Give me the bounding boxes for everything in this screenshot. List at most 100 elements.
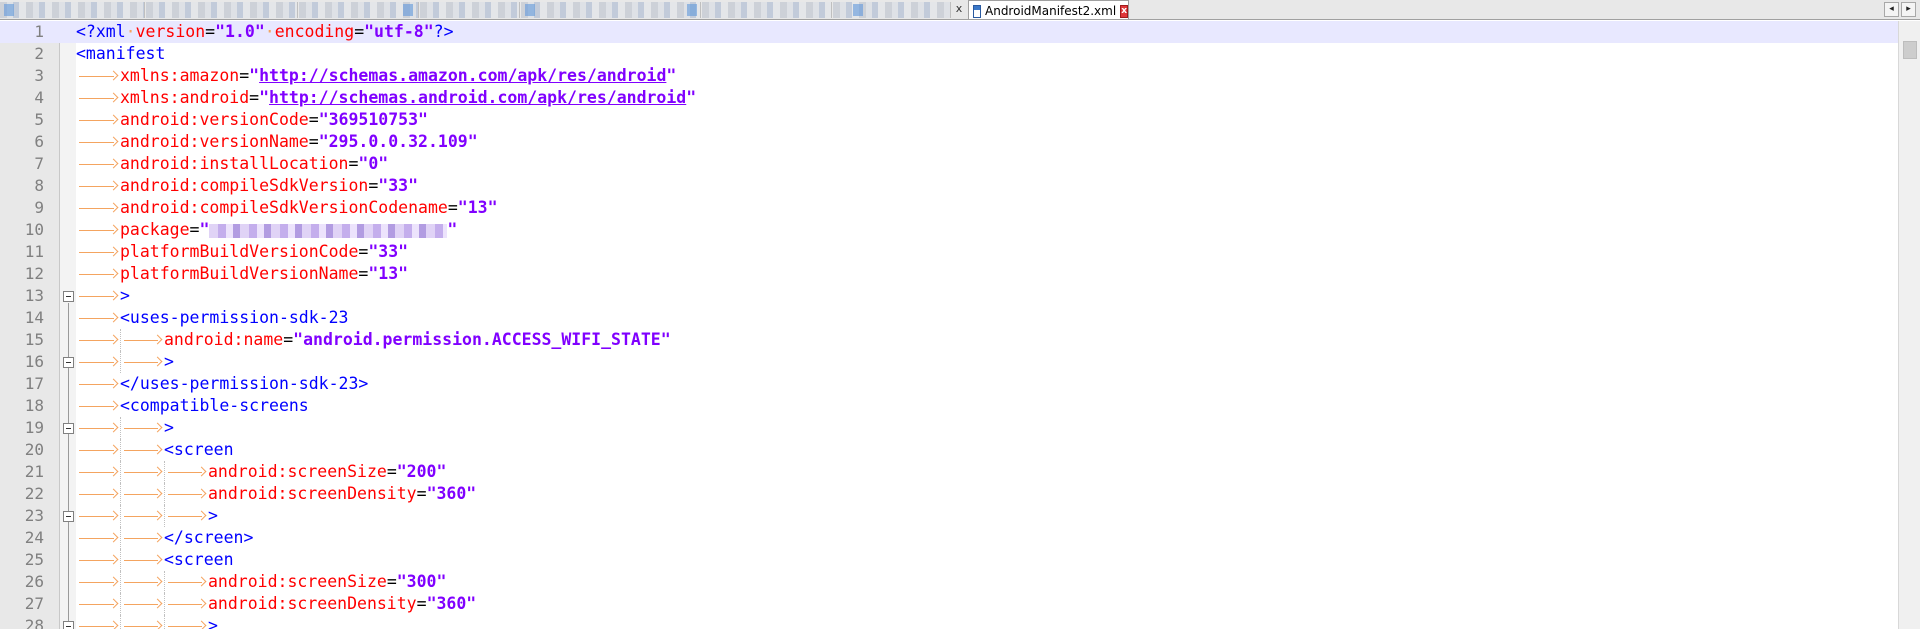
code-text[interactable]: package=" ": [76, 219, 457, 241]
tab-arrow-icon: [76, 87, 120, 109]
code-line[interactable]: 23 >: [0, 505, 1898, 527]
code-text[interactable]: </screen>: [76, 527, 253, 549]
line-number: 10: [24, 220, 44, 239]
code-text[interactable]: <screen: [76, 549, 234, 571]
code-text[interactable]: android:versionName="295.0.0.32.109": [76, 131, 478, 153]
xml-value: ": [249, 66, 260, 85]
code-text[interactable]: <?xml·version="1.0"·encoding="utf-8"?>: [76, 21, 454, 43]
code-line[interactable]: 4 xmlns:android="http://schemas.android.c…: [0, 87, 1898, 109]
code-line[interactable]: 22 android:screenDensity="360": [0, 483, 1898, 505]
code-line[interactable]: 24 </screen>: [0, 527, 1898, 549]
tab-arrow-icon: [120, 527, 164, 549]
tab-redacted-3[interactable]: [299, 2, 419, 18]
close-tab-icon[interactable]: x: [953, 3, 965, 15]
tab-scroll-left-icon[interactable]: ◂: [1884, 2, 1899, 17]
code-text[interactable]: android:installLocation="0": [76, 153, 388, 175]
code-text[interactable]: <compatible-screens: [76, 395, 309, 417]
tab-arrow-icon: [76, 417, 120, 439]
code-line[interactable]: 12 platformBuildVersionName="13": [0, 263, 1898, 285]
code-line[interactable]: 21 android:screenSize="200": [0, 461, 1898, 483]
xml-attribute: xmlns:android: [120, 88, 250, 107]
equals-sign: =: [239, 66, 250, 85]
xml-value: "13": [368, 264, 409, 283]
code-line[interactable]: 28 >: [0, 615, 1898, 629]
code-text[interactable]: >: [76, 351, 174, 373]
line-number: 14: [24, 308, 44, 327]
code-line[interactable]: 27 android:screenDensity="360": [0, 593, 1898, 615]
code-line[interactable]: 3 xmlns:amazon="http://schemas.amazon.com…: [0, 65, 1898, 87]
code-line[interactable]: 20 <screen: [0, 439, 1898, 461]
xml-attribute: android:name: [164, 330, 284, 349]
xml-attribute: android:screenSize: [208, 572, 387, 591]
code-line[interactable]: 18 <compatible-screens: [0, 395, 1898, 417]
code-text[interactable]: xmlns:amazon="http://schemas.amazon.com/…: [76, 65, 676, 87]
code-line[interactable]: 5 android:versionCode="369510753": [0, 109, 1898, 131]
fold-toggle-icon[interactable]: [63, 511, 74, 522]
xml-attribute: package: [120, 220, 190, 239]
equals-sign: =: [283, 330, 294, 349]
fold-toggle-icon[interactable]: [63, 423, 74, 434]
code-text[interactable]: android:versionCode="369510753": [76, 109, 428, 131]
xml-value: "369510753": [318, 110, 428, 129]
code-line[interactable]: 11 platformBuildVersionCode="33": [0, 241, 1898, 263]
code-text[interactable]: android:screenDensity="360": [76, 483, 476, 505]
close-tab-icon[interactable]: x: [1120, 4, 1128, 18]
code-text[interactable]: android:screenSize="200": [76, 461, 446, 483]
tab-redacted-4[interactable]: [420, 2, 520, 18]
code-line[interactable]: 6 android:versionName="295.0.0.32.109": [0, 131, 1898, 153]
fold-toggle-icon[interactable]: [63, 357, 74, 368]
code-text[interactable]: <manifest: [76, 43, 165, 65]
tab-arrow-icon: [120, 439, 164, 461]
code-text[interactable]: android:compileSdkVersionCodename="13": [76, 197, 498, 219]
code-line[interactable]: 19 >: [0, 417, 1898, 439]
code-text[interactable]: android:name="android.permission.ACCESS_…: [76, 329, 671, 351]
code-line[interactable]: 1 <?xml·version="1.0"·encoding="utf-8"?>: [0, 21, 1898, 43]
tab-scroll-right-icon[interactable]: ▸: [1901, 2, 1916, 17]
code-text[interactable]: >: [76, 285, 130, 307]
tab-redacted-2[interactable]: [146, 2, 298, 18]
code-line[interactable]: 7 android:installLocation="0": [0, 153, 1898, 175]
code-text[interactable]: >: [76, 505, 218, 527]
tab-redacted-5[interactable]: [521, 2, 701, 18]
code-line[interactable]: 15 android:name="android.permission.ACCES…: [0, 329, 1898, 351]
code-line[interactable]: 2 <manifest: [0, 43, 1898, 65]
vertical-scrollbar[interactable]: [1898, 21, 1920, 629]
code-line[interactable]: 13 >: [0, 285, 1898, 307]
code-text[interactable]: <uses-permission-sdk-23: [76, 307, 348, 329]
code-text[interactable]: >: [76, 615, 218, 629]
xml-tag: <compatible-screens: [120, 396, 309, 415]
code-text[interactable]: platformBuildVersionName="13": [76, 263, 408, 285]
code-text[interactable]: xmlns:android="http://schemas.android.co…: [76, 87, 696, 109]
code-text[interactable]: </uses-permission-sdk-23>: [76, 373, 368, 395]
xml-attribute: platformBuildVersionCode: [120, 242, 359, 261]
xml-attribute: android:compileSdkVersionCodename: [120, 198, 448, 217]
code-line[interactable]: 26 android:screenSize="300": [0, 571, 1898, 593]
code-line[interactable]: 17 </uses-permission-sdk-23>: [0, 373, 1898, 395]
code-text[interactable]: <screen: [76, 439, 234, 461]
code-text[interactable]: >: [76, 417, 174, 439]
code-line[interactable]: 10 package=" ": [0, 219, 1898, 241]
fold-toggle-icon[interactable]: [63, 621, 74, 629]
code-text[interactable]: platformBuildVersionCode="33": [76, 241, 408, 263]
tab-redacted-7[interactable]: [833, 2, 951, 18]
tab-redacted-6[interactable]: [702, 2, 832, 18]
code-line[interactable]: 9 android:compileSdkVersionCodename="13": [0, 197, 1898, 219]
tab-android-manifest[interactable]: AndroidManifest2.xml x: [968, 0, 1129, 19]
scrollbar-thumb[interactable]: [1903, 41, 1917, 59]
xml-value: ": [259, 88, 270, 107]
tab-redacted-1[interactable]: [0, 2, 145, 18]
xml-value-link: http://schemas.amazon.com/apk/res/androi…: [259, 66, 667, 85]
code-editor[interactable]: 1 <?xml·version="1.0"·encoding="utf-8"?> 2…: [0, 21, 1898, 629]
code-line[interactable]: 25 <screen: [0, 549, 1898, 571]
xml-attribute: android:screenSize: [208, 462, 387, 481]
code-line[interactable]: 16 >: [0, 351, 1898, 373]
code-line[interactable]: 14 <uses-permission-sdk-23: [0, 307, 1898, 329]
code-text[interactable]: android:screenDensity="360": [76, 593, 476, 615]
fold-toggle-icon[interactable]: [63, 291, 74, 302]
tab-arrow-icon: [120, 571, 164, 593]
tab-arrow-icon: [76, 549, 120, 571]
code-text[interactable]: android:screenSize="300": [76, 571, 446, 593]
code-text[interactable]: android:compileSdkVersion="33": [76, 175, 418, 197]
code-line[interactable]: 8 android:compileSdkVersion="33": [0, 175, 1898, 197]
tab-arrow-icon: [120, 549, 164, 571]
